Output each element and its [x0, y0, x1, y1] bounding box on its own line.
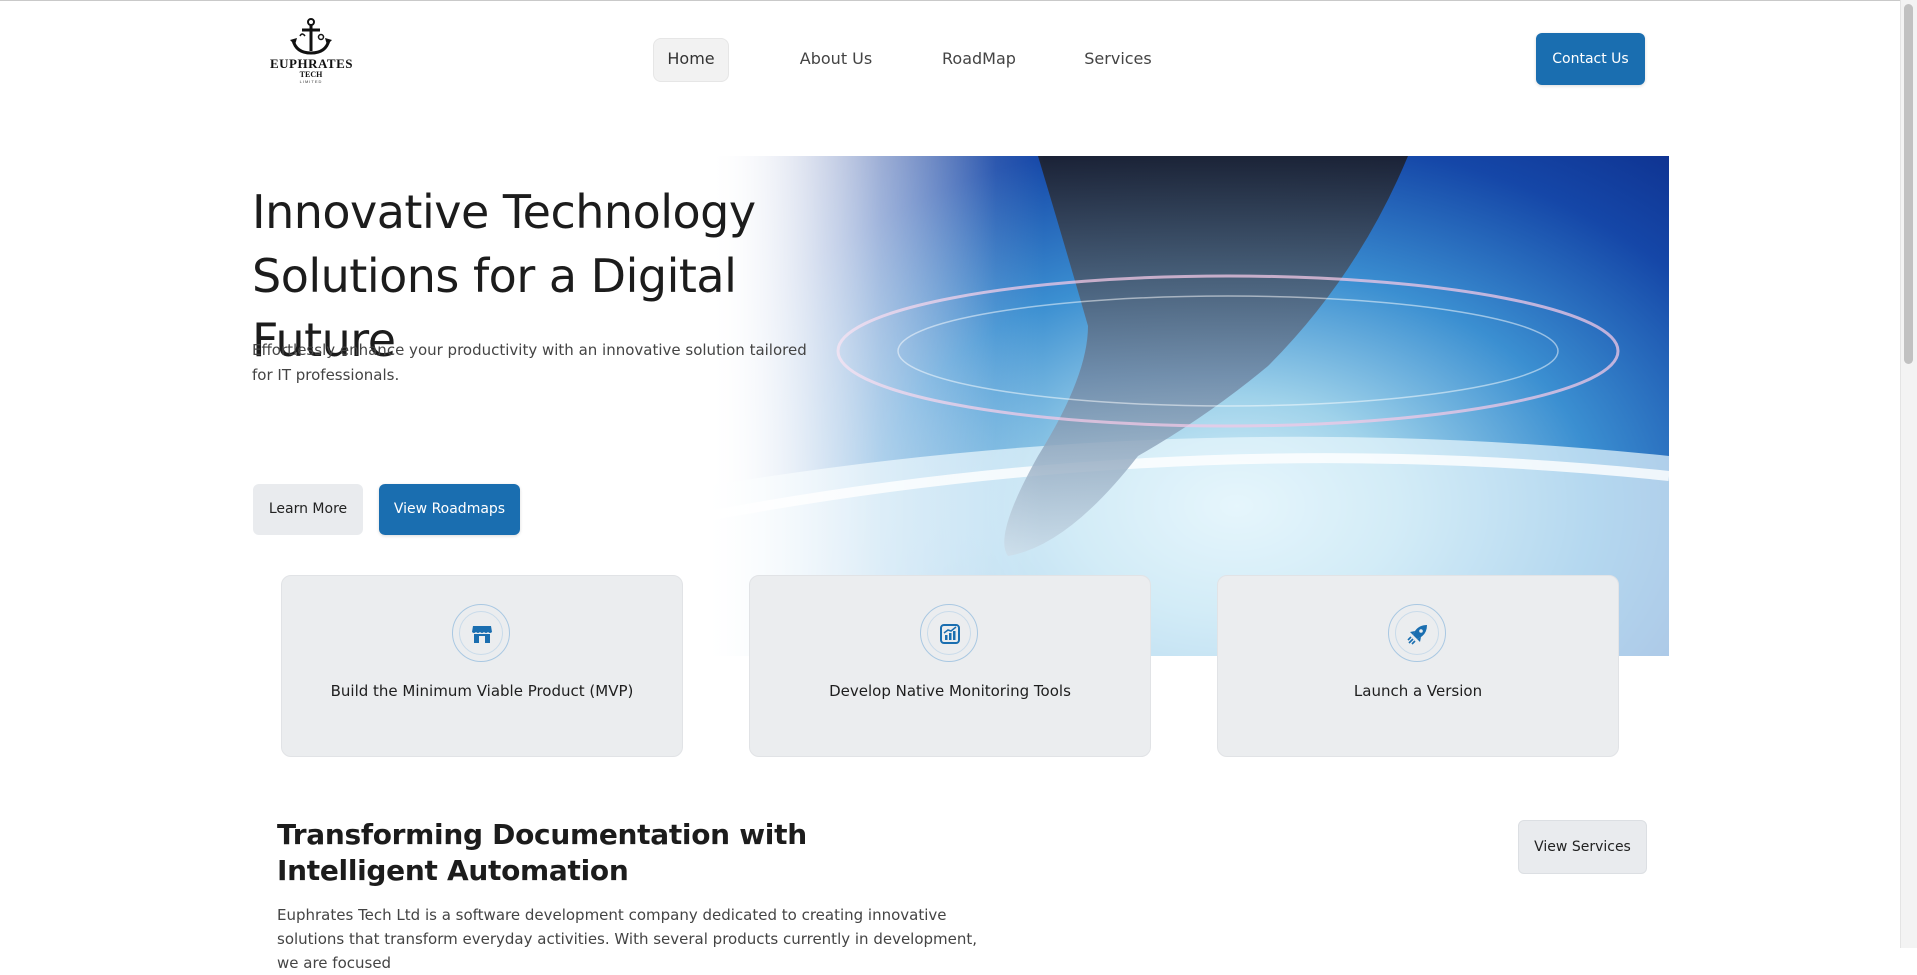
view-services-button[interactable]: View Services — [1518, 820, 1647, 874]
scrollbar-thumb[interactable] — [1904, 4, 1913, 364]
feature-card-title: Develop Native Monitoring Tools — [829, 682, 1071, 700]
brand-logo[interactable]: EUPHRATES TECH LIMITED — [270, 18, 353, 90]
window-top-border — [0, 0, 1917, 1]
brand-name: EUPHRATES — [270, 56, 353, 71]
feature-card-title: Launch a Version — [1353, 682, 1483, 700]
page-scrollbar[interactable] — [1900, 0, 1917, 948]
feature-card: Launch a Version — [1217, 575, 1619, 757]
rocket-icon — [1388, 604, 1446, 662]
storefront-icon — [452, 604, 510, 662]
section-description: Euphrates Tech Ltd is a software develop… — [277, 906, 978, 972]
nav-item-roadmap[interactable]: RoadMap — [938, 38, 1020, 80]
brand-tagline: LIMITED — [299, 79, 323, 84]
nav-item-home[interactable]: Home — [653, 38, 729, 82]
section-title: Transforming Documentation with Intellig… — [277, 818, 807, 887]
feature-card-title: Build the Minimum Viable Product (MVP) — [330, 682, 634, 700]
anchor-icon — [290, 18, 332, 55]
chart-monitor-icon — [920, 604, 978, 662]
hero-description: Effortlessly enhance your productivity w… — [252, 341, 807, 384]
contact-us-button[interactable]: Contact Us — [1536, 33, 1645, 85]
nav-item-services[interactable]: Services — [1082, 38, 1154, 80]
feature-card: Build the Minimum Viable Product (MVP) — [281, 575, 683, 757]
learn-more-button[interactable]: Learn More — [253, 484, 363, 535]
view-roadmaps-button[interactable]: View Roadmaps — [379, 484, 520, 535]
nav-item-about-us[interactable]: About Us — [796, 38, 876, 80]
brand-sub: TECH — [299, 70, 323, 79]
feature-card: Develop Native Monitoring Tools — [749, 575, 1151, 757]
